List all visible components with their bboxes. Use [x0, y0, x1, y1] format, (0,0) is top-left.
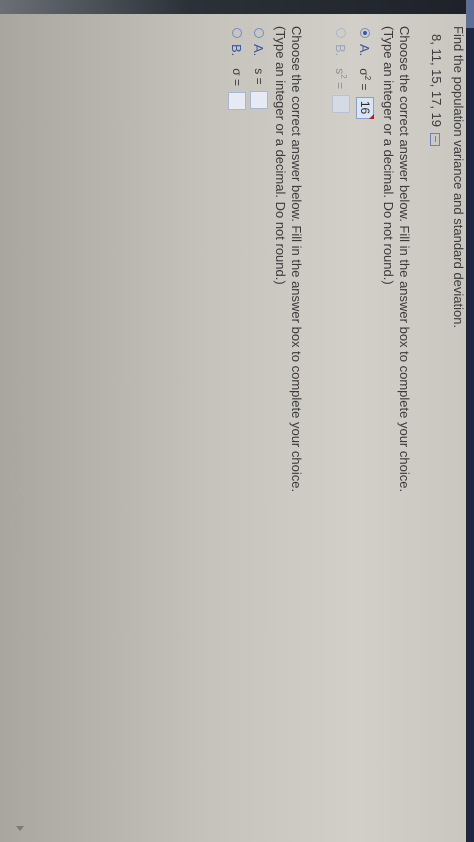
part2-option-b-letter: B.	[229, 44, 245, 57]
part1-option-b-radio[interactable]	[336, 28, 346, 38]
screen: Find the population variance and standar…	[0, 0, 474, 842]
part2-option-b-expression: σ =	[230, 68, 244, 86]
exponent: 2	[339, 74, 349, 79]
part1-option-a[interactable]: A. σ2 = 16	[356, 28, 374, 119]
data-table-icon[interactable]	[430, 133, 441, 146]
equals-sign: =	[230, 79, 244, 87]
question-prompt: Find the population variance and standar…	[451, 26, 466, 329]
part2-option-a[interactable]: A. s =	[250, 28, 268, 109]
sigma-symbol: σ	[230, 68, 244, 76]
sample-sd-answer-box[interactable]	[250, 90, 268, 109]
part1-instruction: Choose the correct answer below. Fill in…	[397, 26, 412, 493]
part1-option-a-radio[interactable]	[360, 28, 370, 38]
data-values-row: 8, 11, 15, 17, 19	[429, 34, 444, 146]
data-values: 8, 11, 15, 17, 19	[429, 34, 444, 127]
part2-option-a-expression: s =	[252, 68, 266, 84]
part2-instruction: Choose the correct answer below. Fill in…	[289, 26, 304, 493]
sample-variance-answer-box[interactable]	[332, 95, 350, 114]
part2-option-b-radio[interactable]	[232, 28, 242, 38]
part1-option-b-letter: B.	[333, 44, 349, 57]
equals-sign: =	[252, 77, 266, 85]
equals-sign: =	[357, 83, 372, 91]
part2-option-a-radio[interactable]	[254, 28, 264, 38]
exponent: 2	[363, 75, 373, 81]
part1-option-a-letter: A.	[357, 44, 373, 57]
question-panel: Find the population variance and standar…	[8, 14, 474, 842]
window-top-edge	[0, 0, 474, 14]
part1-option-b[interactable]: B. s2 =	[332, 28, 350, 114]
part2-hint: (Type an integer or a decimal. Do not ro…	[273, 26, 288, 285]
equals-sign: =	[333, 82, 348, 90]
variance-answer-box[interactable]: 16	[356, 96, 374, 119]
part2-option-a-letter: A.	[251, 44, 267, 57]
part1-option-b-expression: s2 =	[334, 68, 349, 89]
population-sd-answer-box[interactable]	[228, 92, 246, 111]
part1-option-a-expression: σ2 =	[358, 68, 373, 90]
collapse-arrow-icon[interactable]	[16, 826, 24, 831]
check-answer-hint: ck and then click Check Answer	[11, 414, 22, 555]
part2-option-b[interactable]: B. σ =	[228, 28, 246, 111]
sigma-symbol: σ	[357, 68, 372, 76]
part1-hint: (Type an integer or a decimal. Do not ro…	[381, 26, 396, 285]
s-symbol: s	[252, 68, 266, 75]
